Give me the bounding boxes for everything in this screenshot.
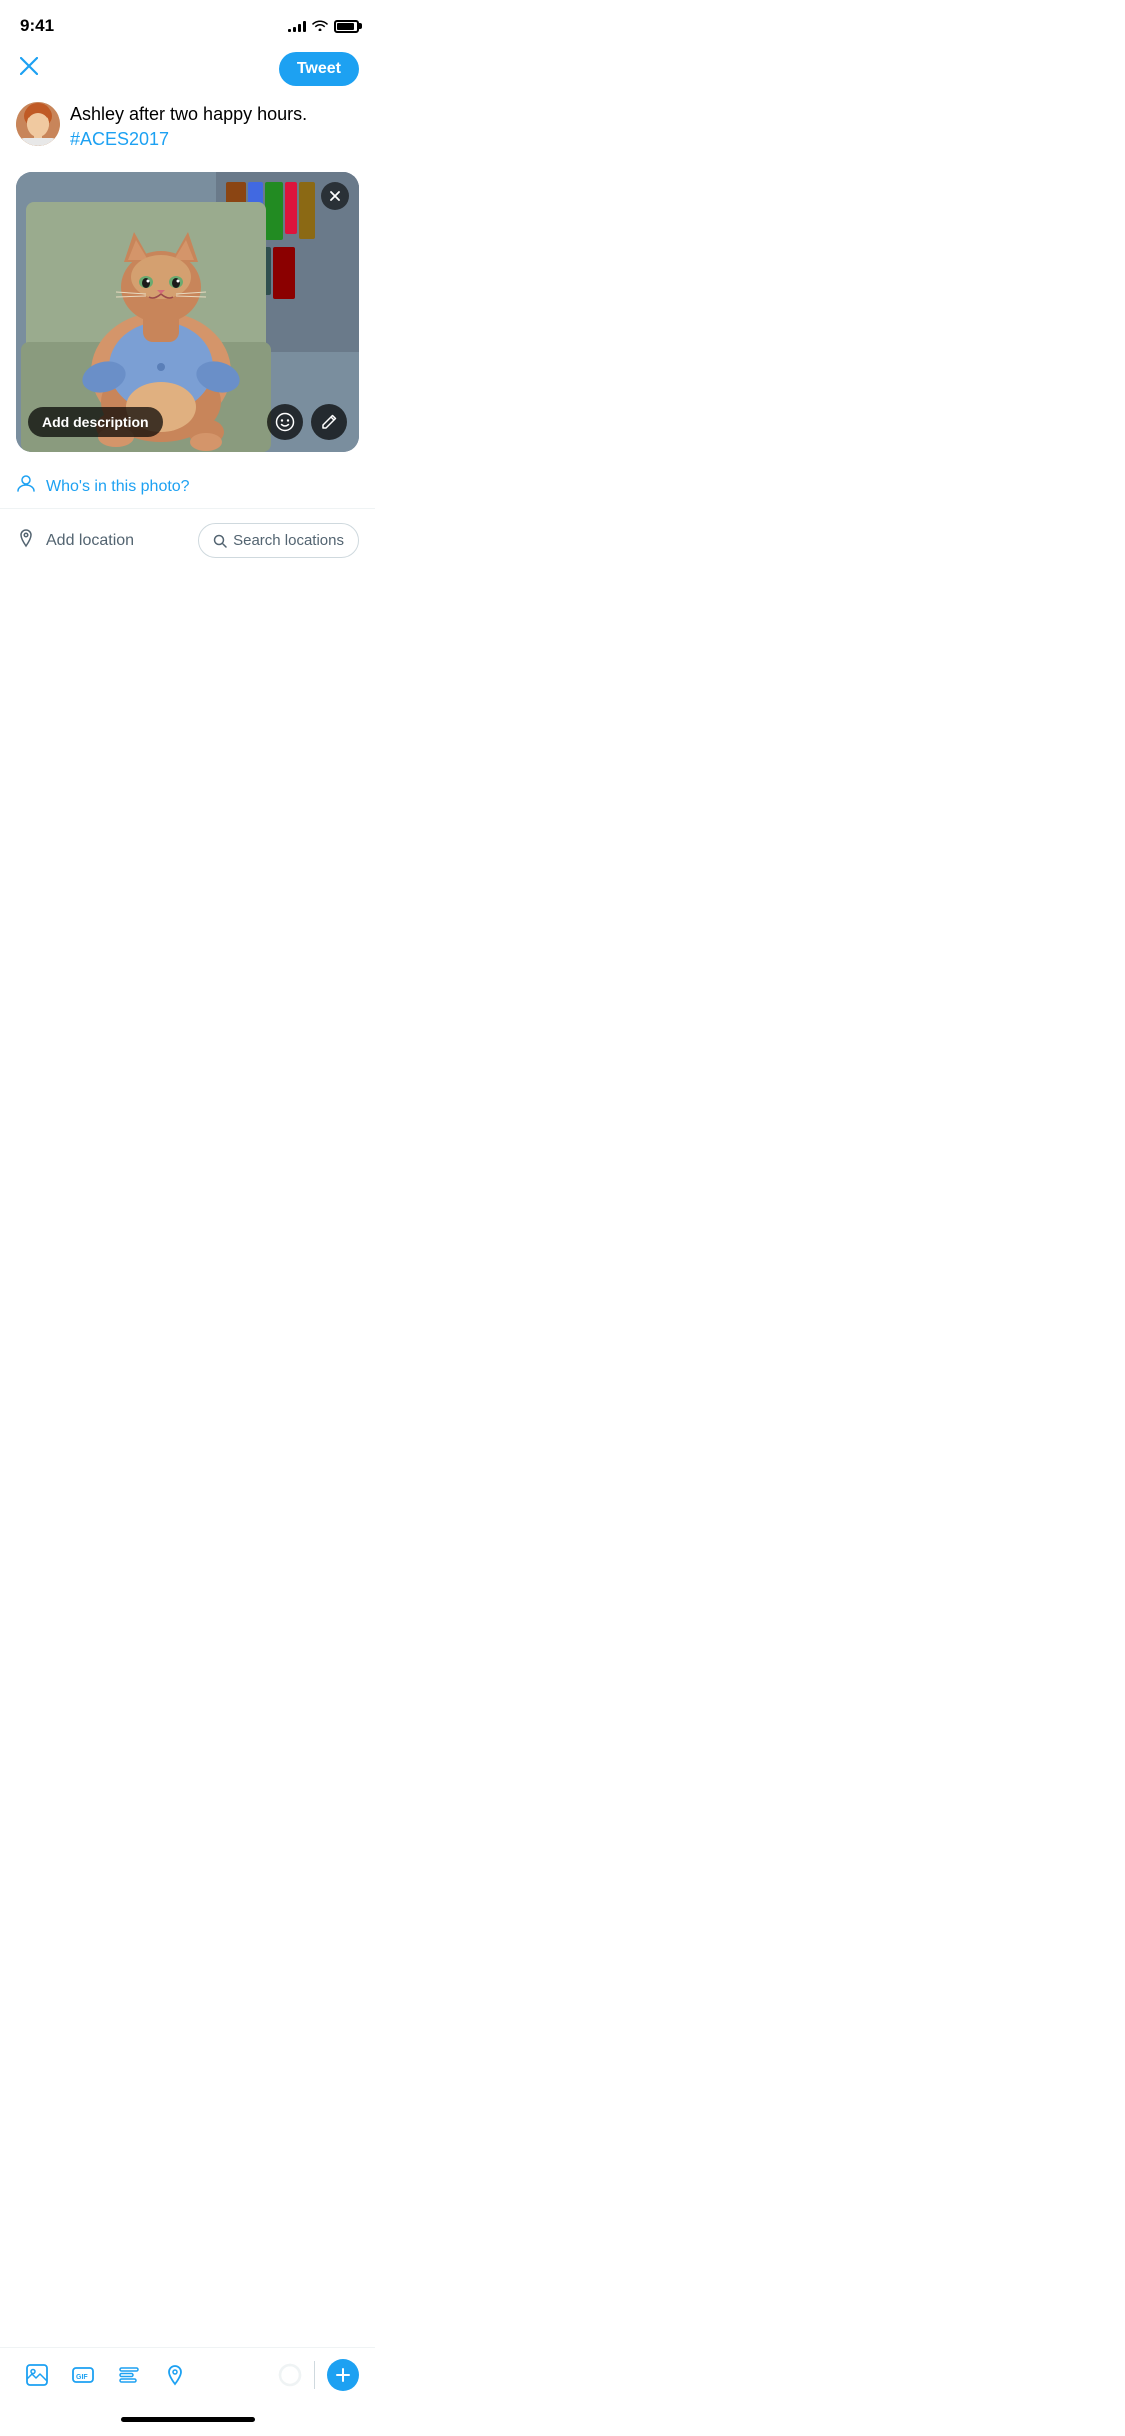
tweet-hashtag: #ACES2017	[70, 129, 169, 149]
home-indicator	[0, 2402, 375, 2436]
search-locations-label: Search locations	[233, 532, 344, 549]
image-button[interactable]	[16, 2358, 58, 2392]
bottom-toolbar: GIF	[0, 2347, 375, 2436]
wifi-icon	[312, 18, 328, 34]
svg-text:GIF: GIF	[76, 2374, 88, 2381]
compose-content: Ashley after two happy hours. #ACES2017	[70, 102, 359, 156]
toolbar-icons: GIF	[0, 2348, 375, 2402]
compose-area: Ashley after two happy hours. #ACES2017	[0, 94, 375, 164]
status-bar: 9:41	[0, 0, 375, 44]
add-location-label: Add location	[46, 532, 188, 550]
battery-icon	[334, 20, 359, 33]
tweet-text: Ashley after two happy hours. #ACES2017	[70, 102, 359, 152]
nav-bar: Tweet	[0, 44, 375, 94]
who-in-photo-row[interactable]: Who's in this photo?	[0, 460, 375, 508]
poll-button[interactable]	[108, 2358, 150, 2392]
avatar	[16, 102, 60, 146]
signal-icon	[288, 20, 306, 32]
status-icons	[288, 18, 359, 34]
person-icon	[16, 474, 36, 500]
location-pin-icon	[16, 528, 36, 554]
add-content-button[interactable]	[327, 2359, 359, 2391]
status-time: 9:41	[20, 16, 54, 36]
photo-container: Add description	[16, 172, 359, 452]
character-count	[278, 2363, 302, 2387]
who-in-photo-label: Who's in this photo?	[46, 478, 359, 496]
location-button[interactable]	[154, 2358, 196, 2392]
search-locations-button[interactable]: Search locations	[198, 523, 359, 558]
toolbar-divider	[314, 2361, 315, 2389]
close-button[interactable]	[16, 53, 42, 85]
emoji-button[interactable]	[267, 404, 303, 440]
gif-button[interactable]: GIF	[62, 2358, 104, 2392]
edit-button[interactable]	[311, 404, 347, 440]
home-bar	[121, 2417, 255, 2422]
photo-bottom-bar: Add description	[16, 404, 359, 440]
tweet-button[interactable]: Tweet	[279, 52, 359, 86]
location-row: Add location Search locations	[0, 509, 375, 572]
photo-action-icons	[267, 404, 347, 440]
add-description-button[interactable]: Add description	[28, 407, 163, 437]
